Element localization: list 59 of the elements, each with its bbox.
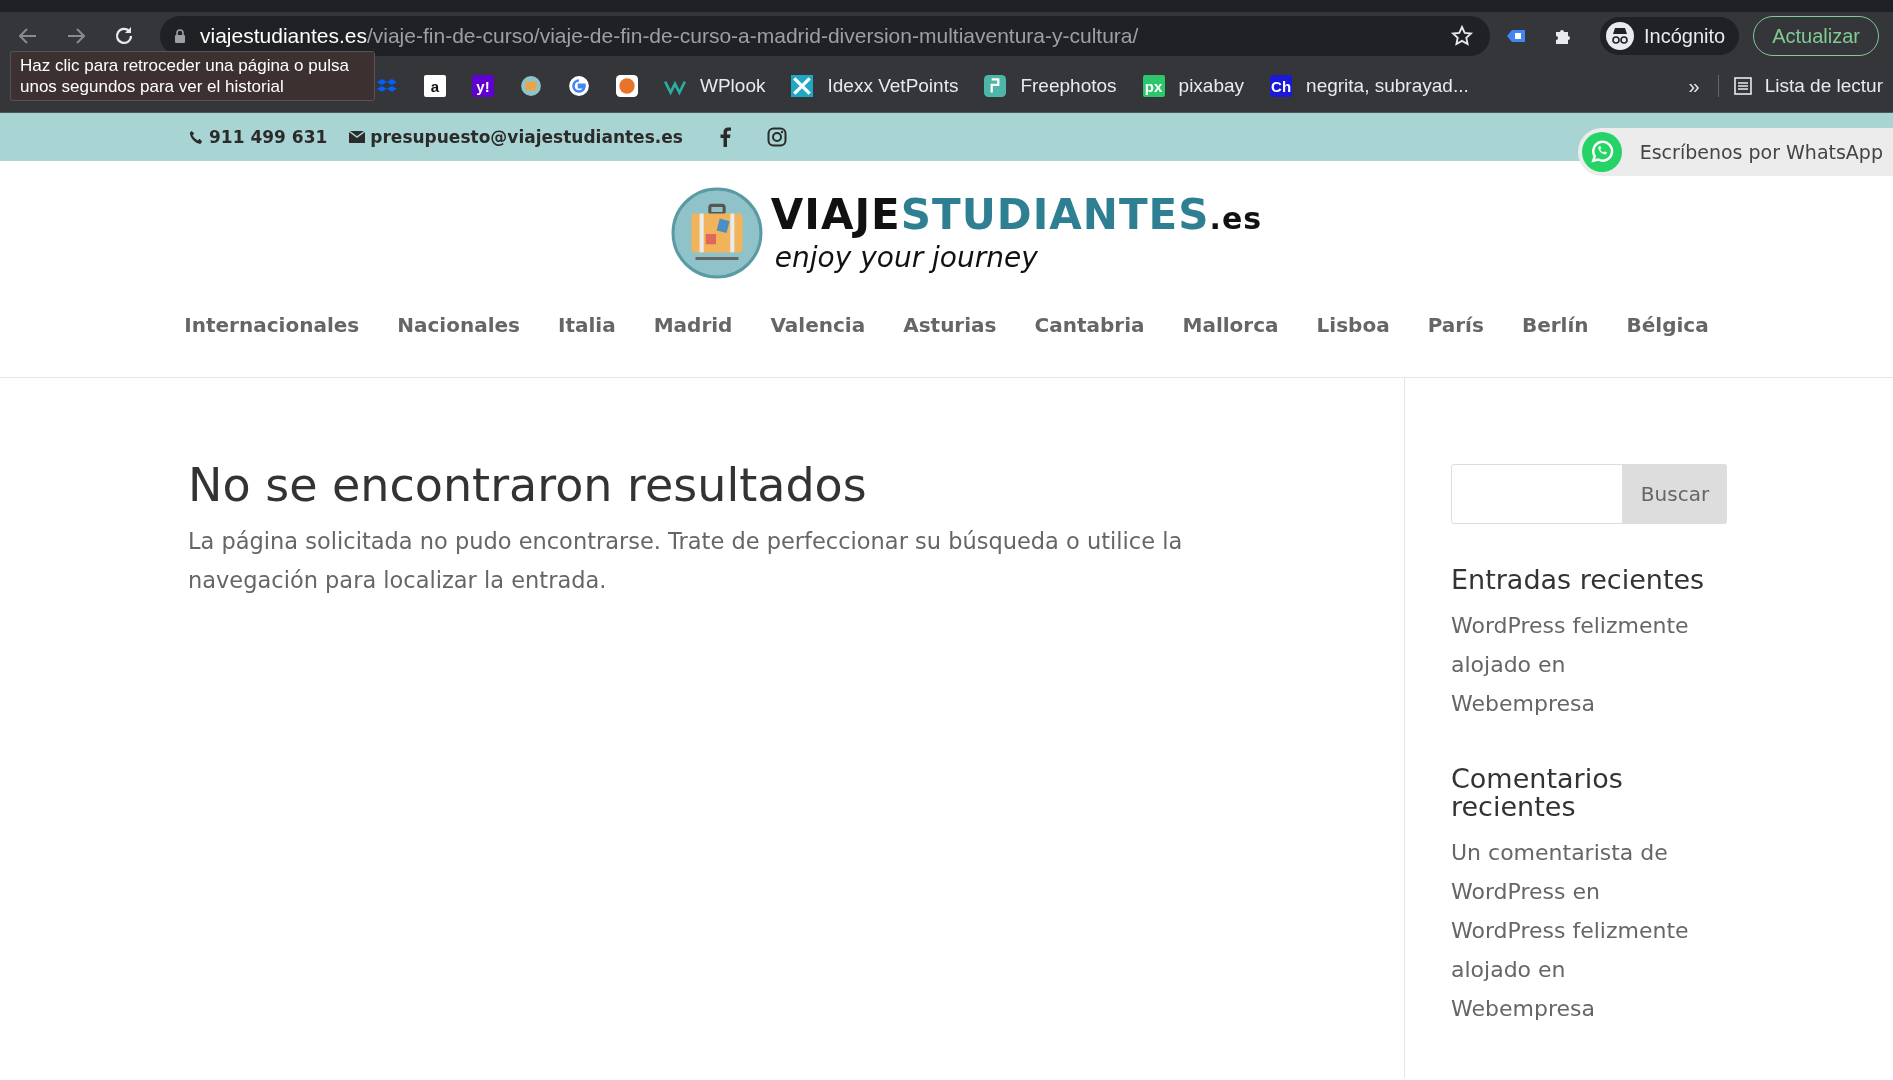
p-letter-icon — [984, 75, 1007, 97]
search-field[interactable] — [1451, 464, 1623, 524]
bookmark-label: Idexx VetPoints — [827, 75, 959, 97]
tooltip: Haz clic para retroceder una página o pulsa unos segundos para ver el historial — [10, 51, 375, 101]
list-icon — [1732, 76, 1753, 96]
bookmark[interactable]: Idexx VetPoints — [791, 75, 959, 97]
nav-link[interactable]: Madrid — [653, 313, 733, 337]
phone-number[interactable]: 911 499 631 — [188, 127, 328, 147]
widget-heading: Comentarios recientes — [1451, 765, 1624, 821]
nav-link[interactable]: Valencia — [770, 313, 866, 337]
favicon-badge: px — [1142, 75, 1165, 97]
email-link[interactable]: presupuesto@viajestudiantes.es — [349, 127, 683, 147]
nav-link[interactable]: Nacionales — [397, 313, 520, 337]
incognito-icon — [1606, 22, 1634, 50]
bookmark[interactable]: a — [424, 75, 446, 97]
search-button[interactable]: Buscar — [1623, 464, 1727, 524]
nav-link[interactable]: Lisboa — [1316, 313, 1390, 337]
star-icon[interactable] — [1450, 24, 1474, 48]
logo-tagline: enjoy your journey — [774, 240, 1039, 274]
reading-list-label: Lista de lectur — [1764, 75, 1883, 97]
address-bar[interactable]: viajestudiantes.es/viaje-fin-de-curso/viaje-de-fin-de-curso-a-madrid-diversion-multiaventura-y-cultura/ — [160, 16, 1490, 56]
suitcase-logo-icon[interactable] — [670, 187, 763, 279]
page-heading: No se encontraron resultados — [188, 458, 868, 512]
widget-heading: Entradas recientes — [1451, 566, 1706, 594]
bookmark-label: Freephotos — [1020, 75, 1117, 97]
mail-icon — [349, 130, 366, 144]
nav-link[interactable]: Internacionales — [184, 313, 360, 337]
cross-icon — [791, 75, 814, 97]
url-text: viajestudiantes.es/viaje-fin-de-curso/viaje-de-fin-de-curso-a-madrid-diversion-multiaventura-y-cultura/ — [200, 24, 1140, 48]
widget-link[interactable]: WordPress felizmente alojado en Webempresa — [1451, 606, 1701, 723]
lock-icon — [174, 29, 186, 43]
nav-link[interactable]: Asturias — [903, 313, 997, 337]
nav-link[interactable]: Italia — [557, 313, 616, 337]
instagram-icon[interactable] — [766, 127, 787, 147]
whatsapp-button[interactable]: Escríbenos por WhatsApp — [1577, 128, 1893, 176]
bookmark-label: pixabay — [1178, 75, 1245, 97]
g-letter-icon — [568, 75, 590, 97]
logo-wordmark[interactable]: VIAJESTUDIANTES.es — [770, 192, 1263, 241]
bookmark-label: negrita, subrayad... — [1306, 75, 1469, 97]
reading-list-button[interactable]: Lista de lectur — [1717, 75, 1883, 97]
nav-link[interactable]: Bélgica — [1626, 313, 1709, 337]
bookmark[interactable]: y! — [472, 75, 494, 97]
not-found-message: La página solicitada no pudo encontrarse. Trate de perfeccionar su búsqueda o utilice la navegación para localizar la entrada. — [188, 527, 1184, 595]
nav-link[interactable]: Berlín — [1521, 313, 1589, 337]
bookmark[interactable]: WPlook — [664, 75, 766, 97]
nav-link[interactable]: Mallorca — [1182, 313, 1279, 337]
bookmark-label: WPlook — [700, 75, 766, 97]
phone-icon — [188, 130, 204, 144]
bookmark[interactable]: Ch negrita, subrayad... — [1270, 75, 1469, 97]
bookmark[interactable]: Freephotos — [984, 75, 1117, 97]
favicon-badge: Ch — [1270, 75, 1293, 97]
bookmark[interactable]: px pixabay — [1142, 75, 1245, 97]
widget-link[interactable]: Un comentarista de WordPress en WordPress felizmente alojado en Webempresa — [1451, 833, 1701, 1028]
bookmarks-overflow-button[interactable]: » — [1688, 74, 1700, 98]
circle-icon — [616, 75, 638, 97]
incognito-profile-button[interactable]: Incógnito — [1600, 17, 1740, 55]
nav-link[interactable]: Cantabria — [1034, 313, 1145, 337]
nav-link[interactable]: París — [1427, 313, 1484, 337]
whatsapp-icon — [1581, 132, 1622, 172]
